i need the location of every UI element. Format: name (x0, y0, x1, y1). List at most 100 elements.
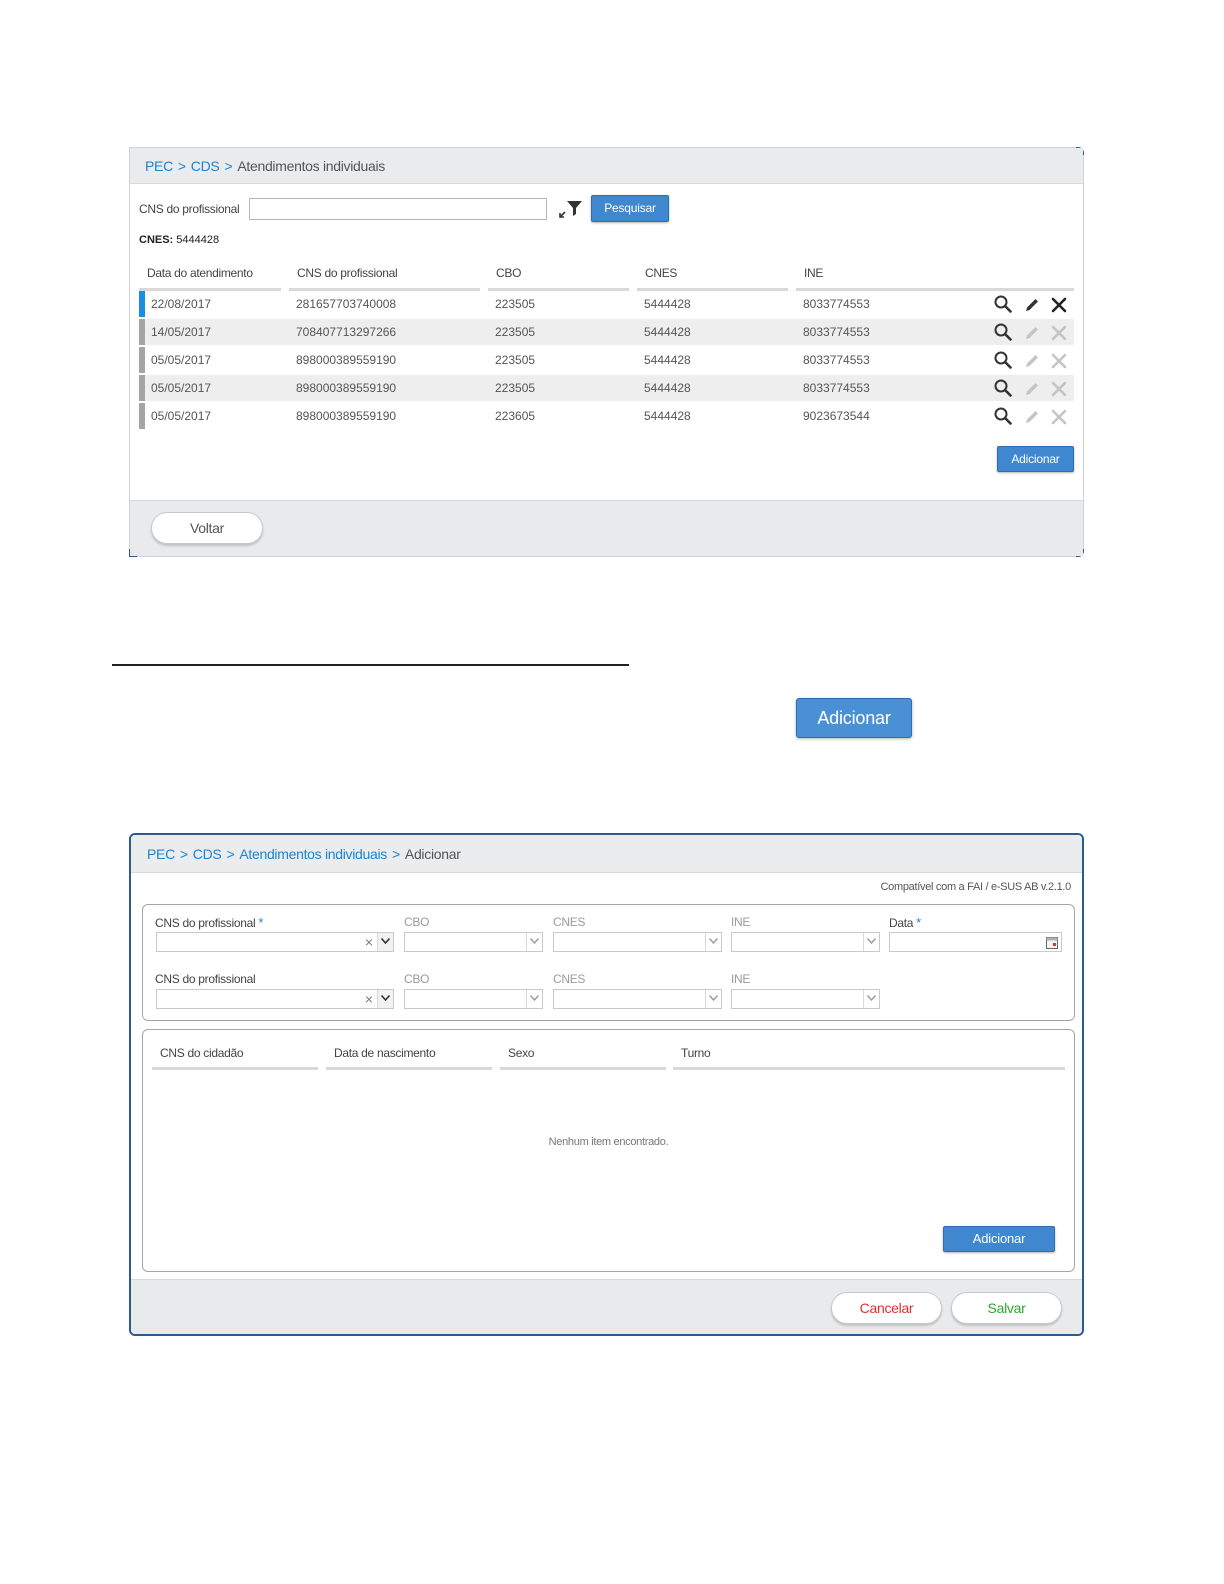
cns-search-input[interactable] (249, 198, 547, 220)
atendimentos-list-screen: PEC > CDS > Atendimentos individuais CNS do … (129, 147, 1084, 557)
col-header-date[interactable]: Data do atendimento (147, 266, 253, 280)
calendar-icon[interactable] (1046, 936, 1058, 949)
chevron-down-icon[interactable] (863, 990, 879, 1008)
chevron-down-icon[interactable] (526, 933, 542, 951)
breadcrumb-pec[interactable]: PEC (147, 846, 175, 862)
close-icon[interactable] (1051, 409, 1067, 425)
cell-cbo: 223505 (495, 325, 536, 339)
pencil-icon[interactable] (1024, 325, 1040, 341)
header-underline (673, 1067, 1065, 1070)
cns-prof-combo[interactable]: × (156, 932, 394, 952)
footer-bar: Voltar (130, 500, 1083, 556)
pencil-icon[interactable] (1024, 409, 1040, 425)
ine-select[interactable] (731, 932, 880, 952)
clear-icon[interactable]: × (365, 934, 373, 950)
cnes-select[interactable] (553, 932, 722, 952)
col-header-nascimento[interactable]: Data de nascimento (334, 1046, 436, 1060)
cell-cbo: 223605 (495, 409, 536, 423)
pencil-icon[interactable] (1024, 353, 1040, 369)
row-marker (139, 319, 145, 345)
breadcrumb-current: Adicionar (404, 846, 461, 862)
filter-icon[interactable] (558, 199, 584, 219)
table-row[interactable]: 22/08/2017 281657703740008 223505 5444428 80… (139, 291, 1074, 317)
footer-bar: Cancelar Salvar (131, 1279, 1082, 1334)
compat-note: Compatível com a FAI / e-SUS AB v.2.1.0 (880, 881, 1072, 893)
chevron-down-icon[interactable] (705, 990, 721, 1008)
magnifier-icon[interactable] (994, 351, 1012, 369)
table-row[interactable]: 05/05/2017 898000389559190 223505 5444428 80… (139, 347, 1074, 373)
chevron-down-icon[interactable] (377, 990, 393, 1008)
add-citizen-button[interactable]: Adicionar (943, 1226, 1055, 1252)
cancel-button[interactable]: Cancelar (831, 1292, 942, 1324)
cell-cns: 898000389559190 (296, 381, 397, 395)
cns-search-label: CNS do profissional (139, 202, 240, 216)
date-input[interactable] (889, 932, 1062, 952)
table-row[interactable]: 05/05/2017 898000389559190 223505 5444428 80… (139, 375, 1074, 401)
chevron-down-icon[interactable] (377, 933, 393, 951)
add-button[interactable]: Adicionar (997, 446, 1074, 472)
cnes-info: CNES: 5444428 (139, 234, 219, 246)
ine2-select[interactable] (731, 989, 880, 1009)
magnifier-icon[interactable] (994, 379, 1012, 397)
save-button[interactable]: Salvar (951, 1292, 1062, 1324)
chevron-down-icon[interactable] (526, 990, 542, 1008)
chevron-down-icon[interactable] (705, 933, 721, 951)
breadcrumb-separator: > (226, 846, 235, 862)
cell-cbo: 223505 (495, 297, 536, 311)
breadcrumb-cds[interactable]: CDS (193, 846, 222, 862)
col-header-sexo[interactable]: Sexo (508, 1046, 534, 1060)
cell-ine: 8033774553 (803, 297, 870, 311)
magnifier-icon[interactable] (994, 295, 1012, 313)
cell-cnes: 5444428 (644, 409, 691, 423)
magnifier-icon[interactable] (994, 407, 1012, 425)
back-button[interactable]: Voltar (151, 512, 263, 544)
cnes2-select[interactable] (553, 989, 722, 1009)
col-header-cns-cidadao[interactable]: CNS do cidadão (160, 1046, 243, 1060)
col-header-cbo[interactable]: CBO (496, 266, 521, 280)
cell-ine: 8033774553 (803, 381, 870, 395)
magnifier-icon[interactable] (994, 323, 1012, 341)
cell-date: 05/05/2017 (151, 381, 212, 395)
row-marker (139, 375, 145, 401)
close-icon[interactable] (1051, 297, 1067, 313)
col-header-cnes[interactable]: CNES (645, 266, 677, 280)
cell-cbo: 223505 (495, 381, 536, 395)
chevron-down-icon[interactable] (863, 933, 879, 951)
cell-date: 05/05/2017 (151, 353, 212, 367)
breadcrumb-cds[interactable]: CDS (191, 158, 220, 174)
breadcrumb-atendimentos[interactable]: Atendimentos individuais (239, 846, 387, 862)
cell-date: 14/05/2017 (151, 325, 212, 339)
cnes2-label: CNES (553, 972, 586, 986)
cns-prof2-label: CNS do profissional (155, 972, 256, 986)
cnes-info-value: 5444428 (176, 234, 220, 246)
professional-fieldset: CNS do profissional * CBO CNES INE Data * … (142, 904, 1075, 1021)
cell-date: 22/08/2017 (151, 297, 212, 311)
pencil-icon[interactable] (1024, 381, 1040, 397)
cell-cns: 898000389559190 (296, 409, 397, 423)
search-button[interactable]: Pesquisar (591, 195, 669, 222)
ine-label: INE (731, 915, 751, 929)
citizens-fieldset: CNS do cidadão Data de nascimento Sexo T… (142, 1029, 1075, 1272)
breadcrumb-current: Atendimentos individuais (237, 158, 386, 174)
empty-message: Nenhum item encontrado. (548, 1136, 669, 1148)
header-underline (326, 1067, 492, 1070)
close-icon[interactable] (1051, 353, 1067, 369)
close-icon[interactable] (1051, 325, 1067, 341)
section-divider (112, 664, 629, 666)
add-button-callout[interactable]: Adicionar (796, 698, 912, 738)
breadcrumb-separator: > (179, 846, 188, 862)
cbo-select[interactable] (404, 932, 543, 952)
close-icon[interactable] (1051, 381, 1067, 397)
table-row[interactable]: 14/05/2017 708407713297266 223505 5444428 80… (139, 319, 1074, 345)
pencil-icon[interactable] (1024, 297, 1040, 313)
cell-ine: 8033774553 (803, 325, 870, 339)
col-header-ine[interactable]: INE (804, 266, 823, 280)
breadcrumb-pec[interactable]: PEC (145, 158, 173, 174)
cns-prof2-combo[interactable]: × (156, 989, 394, 1009)
col-header-cns[interactable]: CNS do profissional (297, 266, 398, 280)
col-header-turno[interactable]: Turno (681, 1046, 711, 1060)
row-marker (139, 291, 145, 317)
clear-icon[interactable]: × (365, 991, 373, 1007)
table-row[interactable]: 05/05/2017 898000389559190 223605 5444428 90… (139, 403, 1074, 429)
cbo2-select[interactable] (404, 989, 543, 1009)
